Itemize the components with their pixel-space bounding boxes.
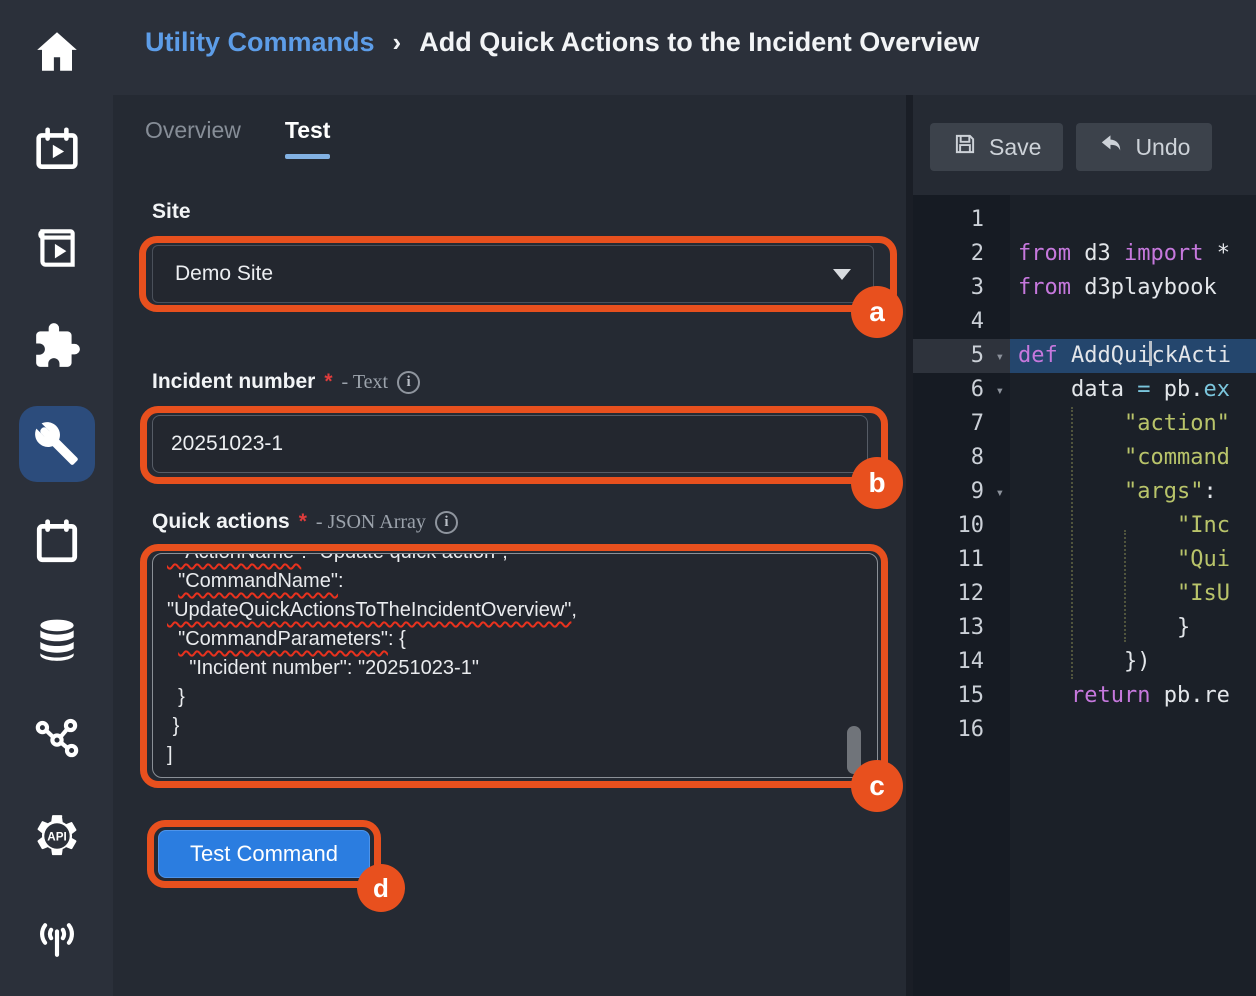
annotation-badge-b: b [851,457,903,509]
line-number: 10 [913,509,1010,543]
fold-arrow-icon[interactable]: ▾ [996,340,1004,374]
quick-actions-json-text: "ActionName": "Update quick action", "Co… [153,553,877,770]
code-line: 14 }) [913,645,1256,679]
site-label: Site [152,200,191,224]
breadcrumb-parent-link[interactable]: Utility Commands [145,27,375,58]
required-asterisk: * [299,510,307,534]
line-number: 14 [913,645,1010,679]
line-number: 12 [913,577,1010,611]
sidebar-item-antenna[interactable] [0,885,113,983]
test-command-button[interactable]: Test Command [158,830,370,878]
quick-actions-textarea[interactable]: "ActionName": "Update quick action", "Co… [152,553,878,778]
code-line: 12 "IsU [913,577,1256,611]
code-line: 2from d3 import * [913,237,1256,271]
line-number: 8 [913,441,1010,475]
quick-actions-type-hint: - JSON Array [316,511,426,534]
code-line: 8 "command [913,441,1256,475]
quick-actions-label: Quick actions [152,510,290,534]
line-number: 15 [913,679,1010,713]
line-number: 3 [913,271,1010,305]
fold-arrow-icon[interactable]: ▾ [996,476,1004,510]
line-number: 16 [913,713,1010,747]
info-icon[interactable]: i [397,371,420,394]
code-line: 1 [913,203,1256,237]
code-line: 10 "Inc [913,509,1256,543]
save-button-label: Save [989,134,1041,161]
line-number: 5▾ [913,339,1010,373]
calendar-icon [19,504,95,580]
line-number: 1 [913,203,1010,237]
sidebar: API [0,0,113,996]
incident-number-label-row: Incident number * - Text i [152,370,420,394]
code-editor[interactable]: 12from d3 import *3from d3playbook45▾def… [913,195,1256,996]
code-line: 4 [913,305,1256,339]
code-line: 13 } [913,611,1256,645]
api-gear-icon: API [19,798,95,874]
antenna-icon [19,896,95,972]
sidebar-item-calendar-play[interactable] [0,101,113,199]
sidebar-item-puzzle[interactable] [0,297,113,395]
line-number: 7 [913,407,1010,441]
home-icon [19,14,95,90]
save-icon [952,131,978,163]
sidebar-item-database[interactable] [0,591,113,689]
breadcrumb-separator-icon: › [393,27,402,58]
code-line: 7 "action" [913,407,1256,441]
panel-divider [906,95,913,996]
sidebar-item-share-nodes[interactable] [0,689,113,787]
annotation-badge-a: a [851,286,903,338]
info-icon[interactable]: i [435,511,458,534]
code-line: 15 return pb.re [913,679,1256,713]
svg-text:API: API [47,831,66,844]
code-line: 6▾ data = pb.ex [913,373,1256,407]
code-line: 5▾def AddQuickActi [913,339,1256,373]
code-line: 9▾ "args": [913,475,1256,509]
code-line: 16 [913,713,1256,747]
code-lines: 12from d3 import *3from d3playbook45▾def… [913,203,1256,747]
puzzle-icon [19,308,95,384]
save-button[interactable]: Save [930,123,1063,171]
code-line: 3from d3playbook [913,271,1256,305]
undo-button-label: Undo [1135,134,1190,161]
tools-icon [19,406,95,482]
line-number: 2 [913,237,1010,271]
sidebar-item-calendar[interactable] [0,493,113,591]
breadcrumb: Utility Commands › Add Quick Actions to … [145,27,979,58]
share-nodes-icon [19,700,95,776]
site-select-value: Demo Site [175,262,273,286]
app: API Utility Commands › Add Quick Actions… [0,0,1256,996]
fold-arrow-icon[interactable]: ▾ [996,374,1004,408]
page-title: Add Quick Actions to the Incident Overvi… [419,27,979,58]
tab-test[interactable]: Test [285,117,331,159]
incident-number-input[interactable] [152,415,868,473]
site-label-row: Site [152,200,191,224]
sidebar-item-home[interactable] [0,3,113,101]
line-number: 11 [913,543,1010,577]
editor-toolbar: Save Undo [930,123,1212,171]
database-icon [19,602,95,678]
sidebar-item-book-play[interactable] [0,199,113,297]
code-line: 11 "Qui [913,543,1256,577]
caret-down-icon [833,269,851,280]
annotation-badge-d: d [357,864,405,912]
incident-number-label: Incident number [152,370,315,394]
site-select[interactable]: Demo Site [152,245,874,303]
undo-icon [1098,131,1124,163]
quick-actions-label-row: Quick actions * - JSON Array i [152,510,458,534]
annotation-badge-c: c [851,760,903,812]
line-number: 6▾ [913,373,1010,407]
calendar-play-icon [19,112,95,188]
line-number: 13 [913,611,1010,645]
sidebar-item-tools[interactable] [0,395,113,493]
line-number: 9▾ [913,475,1010,509]
sidebar-item-api-gear[interactable]: API [0,787,113,885]
tab-bar: Overview Test [145,117,330,159]
required-asterisk: * [324,370,332,394]
book-play-icon [19,210,95,286]
tab-overview[interactable]: Overview [145,117,241,159]
undo-button[interactable]: Undo [1076,123,1212,171]
incident-number-type-hint: - Text [342,371,389,394]
line-number: 4 [913,305,1010,339]
code-panel: Save Undo 12from d3 import *3from d3play… [913,95,1256,996]
